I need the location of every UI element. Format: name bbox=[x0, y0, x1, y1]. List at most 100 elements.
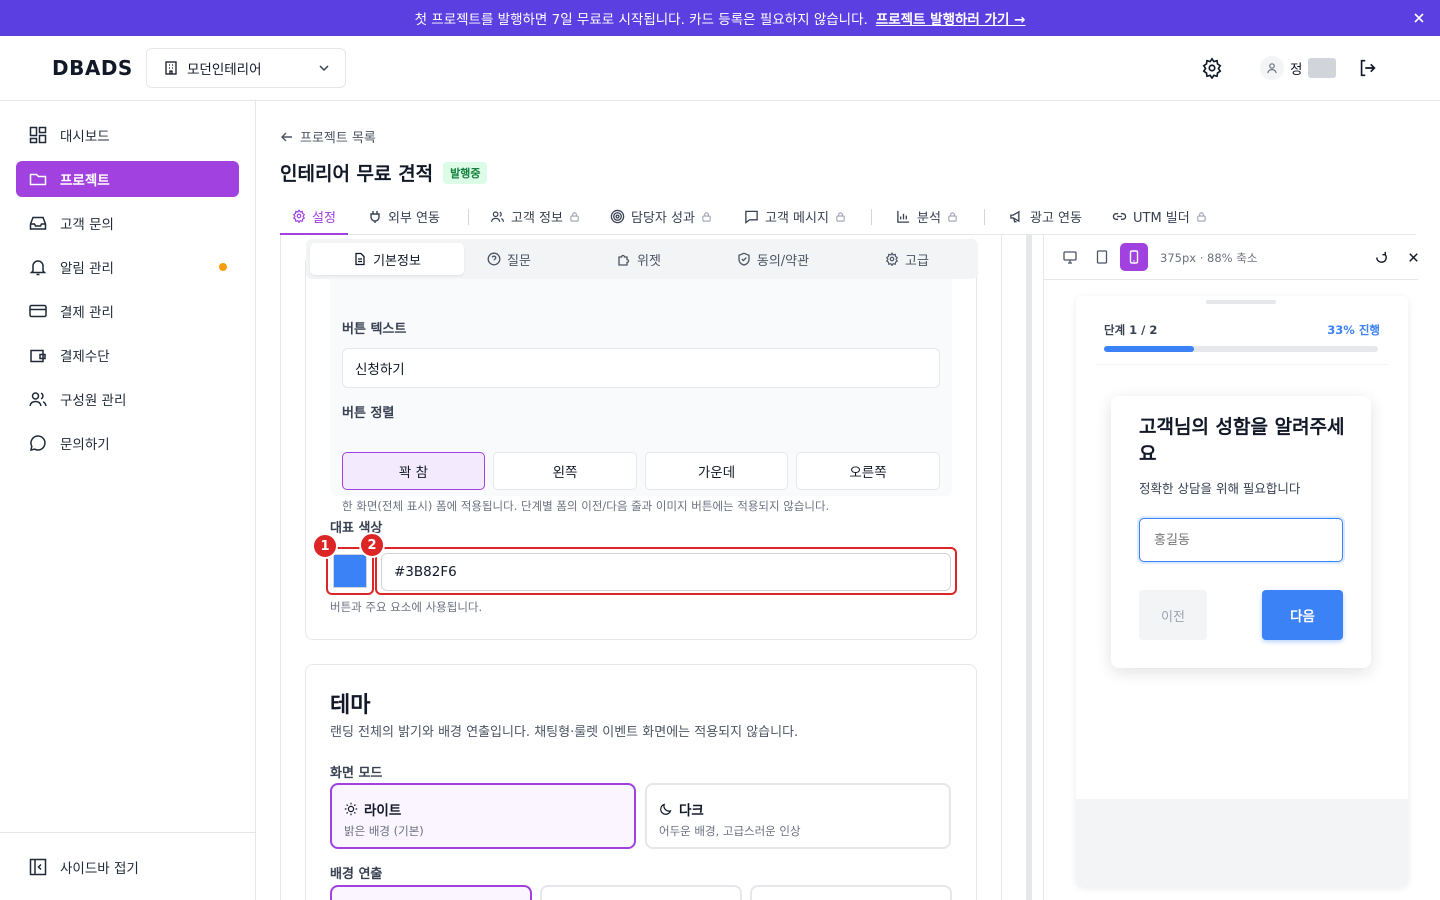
user-menu[interactable]: 정 bbox=[1260, 56, 1337, 80]
sidebar-item-members[interactable]: 구성원 관리 bbox=[16, 381, 239, 417]
sidebar-footer: 사이드바 접기 bbox=[0, 832, 255, 900]
tab-divider bbox=[984, 209, 985, 225]
tab-label: 고객 정보 bbox=[511, 211, 563, 226]
back-to-projects-link[interactable]: 프로젝트 목록 bbox=[280, 127, 376, 146]
name-input[interactable] bbox=[1139, 518, 1343, 562]
align-center-button[interactable]: 가운데 bbox=[645, 452, 788, 490]
logo[interactable]: DBADS bbox=[52, 56, 133, 80]
light-mode-option[interactable]: 라이트 밝은 배경 (기본) bbox=[330, 783, 636, 849]
sidebar-item-billing[interactable]: 결제 관리 bbox=[16, 293, 239, 329]
sidebar-item-label: 알림 관리 bbox=[60, 261, 114, 277]
button-settings-panel: 버튼 텍스트 신청하기 버튼 정렬 꽉 참 왼쪽 가운데 오른쪽 한 화면(전체… bbox=[330, 252, 952, 513]
tab-agent-performance[interactable]: 담당자 성과 bbox=[598, 199, 724, 234]
background-option-2[interactable] bbox=[540, 885, 742, 900]
tab-ad-integration[interactable]: 광고 연동 bbox=[997, 199, 1094, 234]
prev-button[interactable]: 이전 bbox=[1139, 590, 1207, 640]
sidebar-collapse-button[interactable]: 사이드바 접기 bbox=[16, 849, 239, 885]
mobile-preview-frame: 단계 1 / 2 33% 진행 고객님의 성함을 알려주세요 정확한 상담을 위… bbox=[1076, 296, 1408, 886]
sidebar-item-label: 결제수단 bbox=[60, 349, 110, 365]
question-sub: 정확한 상담을 위해 필요합니다 bbox=[1139, 481, 1301, 496]
progress-bar bbox=[1104, 346, 1378, 352]
subtab-basic-info[interactable]: 기본정보 bbox=[310, 243, 464, 275]
sidebar-item-inquiries[interactable]: 고객 문의 bbox=[16, 205, 239, 241]
dark-mode-title: 다크 bbox=[679, 803, 704, 819]
user-name: 정 bbox=[1290, 62, 1303, 78]
sidebar-item-notifications[interactable]: 알림 관리 bbox=[16, 249, 239, 285]
annotation-marker-2: 2 bbox=[359, 532, 385, 558]
mobile-preview-button[interactable] bbox=[1120, 243, 1148, 271]
message-icon bbox=[744, 209, 759, 224]
align-right-button[interactable]: 오른쪽 bbox=[796, 452, 940, 490]
gear-icon[interactable] bbox=[1201, 57, 1223, 79]
tab-analytics[interactable]: 분석 bbox=[884, 199, 970, 234]
close-preview-icon[interactable] bbox=[1407, 251, 1420, 264]
question-title: 고객님의 성함을 알려주세요 bbox=[1139, 416, 1345, 465]
close-icon[interactable] bbox=[1412, 11, 1426, 25]
preview-size-info: 375px · 88% 축소 bbox=[1160, 251, 1258, 265]
preview-toolbar: 375px · 88% 축소 bbox=[1044, 235, 1418, 280]
theme-title: 테마 bbox=[330, 693, 371, 718]
tablet-preview-button[interactable] bbox=[1088, 243, 1116, 271]
subtab-widget[interactable]: 위젯 bbox=[572, 243, 706, 275]
sidebar-item-projects[interactable]: 프로젝트 bbox=[16, 161, 239, 197]
button-text-value: 신청하기 bbox=[355, 362, 405, 378]
desktop-preview-button[interactable] bbox=[1056, 243, 1084, 271]
user-avatar-icon bbox=[1260, 56, 1284, 80]
document-icon bbox=[353, 252, 367, 266]
color-hex-highlight: #3B82F6 bbox=[375, 547, 957, 595]
user-name-redacted bbox=[1308, 58, 1337, 78]
building-icon bbox=[163, 60, 179, 76]
main-content: 프로젝트 목록 인테리어 무료 견적 발행중 설정 외부 연동 고객 정보 담당… bbox=[256, 101, 1440, 900]
tab-integrations[interactable]: 외부 연동 bbox=[356, 199, 452, 234]
dark-mode-desc: 어두운 배경, 고급스러운 인상 bbox=[659, 824, 801, 838]
sidebar-item-label: 프로젝트 bbox=[60, 173, 110, 189]
subtab-label: 기본정보 bbox=[373, 253, 421, 269]
progress-divider bbox=[1096, 364, 1388, 365]
dark-mode-option[interactable]: 다크 어두운 배경, 고급스러운 인상 bbox=[645, 783, 951, 849]
button-align-label: 버튼 정렬 bbox=[342, 406, 395, 421]
pane-resizer[interactable] bbox=[1026, 235, 1032, 900]
background-option-3[interactable] bbox=[750, 885, 952, 900]
align-full-button[interactable]: 꽉 참 bbox=[342, 452, 485, 490]
light-mode-title: 라이트 bbox=[364, 803, 402, 819]
tab-customer-info[interactable]: 고객 정보 bbox=[478, 199, 592, 234]
background-effect-label: 배경 연출 bbox=[330, 867, 383, 882]
sidebar-item-payment-methods[interactable]: 결제수단 bbox=[16, 337, 239, 373]
sidebar-item-contact[interactable]: 문의하기 bbox=[16, 425, 239, 461]
align-left-button[interactable]: 왼쪽 bbox=[493, 452, 637, 490]
logout-icon[interactable] bbox=[1357, 57, 1379, 79]
button-text-input[interactable]: 신청하기 bbox=[342, 348, 940, 388]
question-circle-icon bbox=[487, 252, 501, 266]
tab-utm-builder[interactable]: UTM 빌더 bbox=[1100, 199, 1219, 234]
subtab-questions[interactable]: 질문 bbox=[442, 243, 576, 275]
users-icon bbox=[28, 389, 48, 409]
dashboard-icon bbox=[28, 125, 48, 145]
tab-settings[interactable]: 설정 bbox=[280, 199, 348, 235]
step-indicator: 단계 1 / 2 bbox=[1104, 323, 1158, 337]
sidebar-item-dashboard[interactable]: 대시보드 bbox=[16, 117, 239, 153]
banner-text: 첫 프로젝트를 발행하면 7일 무료로 시작됩니다. 카드 등록은 필요하지 않… bbox=[414, 12, 868, 28]
folder-icon bbox=[28, 169, 48, 189]
sidebar-collapse-label: 사이드바 접기 bbox=[60, 861, 139, 877]
link-icon bbox=[1112, 209, 1127, 224]
banner-publish-link[interactable]: 프로젝트 발행하러 가기 → bbox=[876, 8, 1026, 28]
design-card: 버튼 텍스트 신청하기 버튼 정렬 꽉 참 왼쪽 가운데 오른쪽 한 화면(전체… bbox=[305, 252, 977, 640]
settings-editor[interactable]: 기본정보 질문 위젯 동의/약관 고급 버튼 텍스트 신청하기 버튼 정렬 꽉 … bbox=[280, 235, 1002, 900]
workspace-selector[interactable]: 모던인테리어 bbox=[146, 48, 346, 88]
subtab-advanced[interactable]: 고급 bbox=[840, 243, 974, 275]
color-swatch[interactable] bbox=[333, 554, 367, 588]
refresh-icon[interactable] bbox=[1374, 250, 1389, 265]
tab-label: 분석 bbox=[917, 211, 941, 226]
background-option-1[interactable] bbox=[330, 885, 532, 900]
lock-icon bbox=[947, 211, 958, 222]
sun-icon bbox=[344, 802, 358, 816]
subtab-consent[interactable]: 동의/약관 bbox=[706, 243, 840, 275]
sidebar-item-label: 결제 관리 bbox=[60, 305, 114, 321]
notification-dot bbox=[219, 263, 227, 271]
sidebar-item-label: 고객 문의 bbox=[60, 217, 114, 233]
tab-customer-messages[interactable]: 고객 메시지 bbox=[732, 199, 858, 234]
sidebar-collapse-icon bbox=[28, 857, 48, 877]
color-hex-input[interactable]: #3B82F6 bbox=[381, 553, 951, 591]
tab-label: 고객 메시지 bbox=[765, 211, 829, 226]
next-button[interactable]: 다음 bbox=[1262, 590, 1343, 640]
